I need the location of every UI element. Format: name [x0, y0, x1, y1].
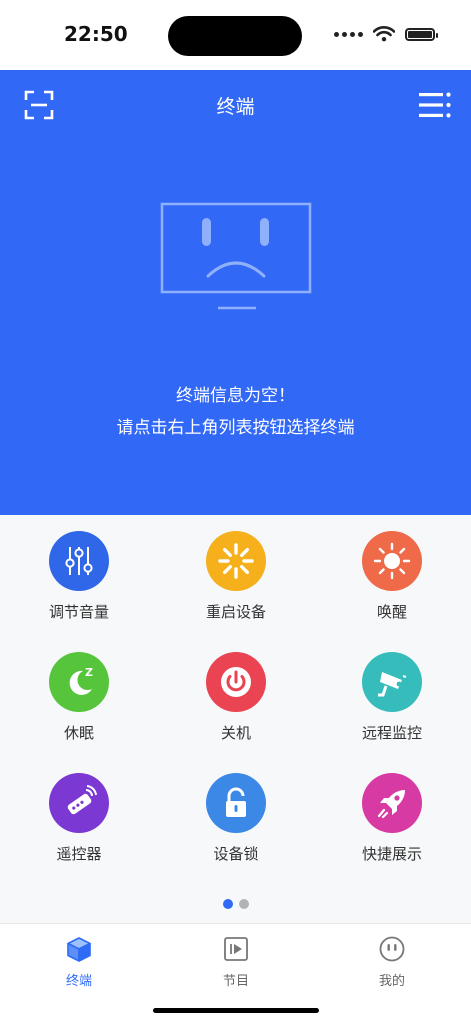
- grid-label: 遥控器: [56, 845, 102, 863]
- tab-label: 节目: [222, 974, 249, 989]
- grid-item-wake[interactable]: 唤醒: [332, 531, 452, 622]
- empty-state-line2: 请点击右上角列表按钮选择终端: [116, 418, 355, 438]
- grid-label: 设备锁: [213, 845, 259, 863]
- function-grid: 调节音量 重启设备 唤醒 Z 休眠 关机 远程监控 遥控器 设备锁 快捷展示: [0, 515, 471, 923]
- tab-program[interactable]: 节目: [176, 934, 296, 989]
- grid-item-device-lock[interactable]: 设备锁: [176, 773, 296, 864]
- grid-label: 重启设备: [205, 603, 266, 621]
- rocket-icon: [362, 773, 422, 833]
- tab-label: 我的: [378, 974, 405, 989]
- grid-label: 快捷展示: [361, 845, 422, 863]
- page-dot-2[interactable]: [238, 899, 249, 909]
- lock-icon: [206, 773, 266, 833]
- tab-terminal[interactable]: 终端: [19, 934, 139, 989]
- battery-icon: [405, 27, 438, 41]
- grid-item-remote[interactable]: 遥控器: [19, 773, 139, 864]
- grid-label: 关机: [220, 724, 251, 742]
- page-title: 终端: [216, 96, 255, 118]
- page-dot-1[interactable]: [222, 899, 233, 909]
- home-indicator[interactable]: [153, 1008, 319, 1013]
- grid-label: 唤醒: [376, 603, 407, 621]
- page-indicator: [0, 899, 471, 909]
- grid-label: 远程监控: [361, 724, 422, 742]
- grid-item-sleep[interactable]: Z 休眠: [19, 652, 139, 743]
- camera-icon: [362, 652, 422, 712]
- grid-label: 休眠: [63, 724, 94, 742]
- empty-state-message: 终端信息为空！ 请点击右上角列表按钮选择终端: [0, 380, 471, 444]
- tab-bar: 终端 节目 我的: [0, 923, 471, 994]
- grid-item-shutdown[interactable]: 关机: [176, 652, 296, 743]
- dynamic-island: [168, 16, 302, 56]
- empty-state-line1: 终端信息为空！: [176, 386, 295, 406]
- sunburst-icon: [206, 531, 266, 591]
- grid-item-volume[interactable]: 调节音量: [19, 531, 139, 622]
- grid-item-quick-display[interactable]: 快捷展示: [332, 773, 452, 864]
- status-bar: 22:50: [0, 0, 471, 70]
- hero-panel: 终端 终端信息为空！ 请点击右上角列表按钮选择终端: [0, 70, 471, 515]
- status-indicators: [334, 26, 438, 42]
- cube-icon: [67, 937, 91, 962]
- sad-monitor-icon: [160, 202, 312, 310]
- power-icon: [206, 652, 266, 712]
- menu-list-icon[interactable]: [419, 92, 451, 118]
- sliders-icon: [49, 531, 109, 591]
- grid-label: 调节音量: [48, 603, 109, 621]
- grid-item-monitor[interactable]: 远程监控: [332, 652, 452, 743]
- moon-icon: Z: [49, 652, 109, 712]
- tab-mine[interactable]: 我的: [332, 934, 452, 989]
- grid-item-restart[interactable]: 重启设备: [176, 531, 296, 622]
- status-time: 22:50: [64, 22, 128, 46]
- face-icon: [379, 936, 405, 962]
- sun-icon: [362, 531, 422, 591]
- remote-icon: [49, 773, 109, 833]
- play-icon: [224, 937, 248, 961]
- tab-label: 终端: [65, 974, 92, 989]
- signal-icon: [334, 31, 363, 37]
- wifi-icon: [373, 26, 395, 42]
- svg-text:Z: Z: [85, 666, 93, 679]
